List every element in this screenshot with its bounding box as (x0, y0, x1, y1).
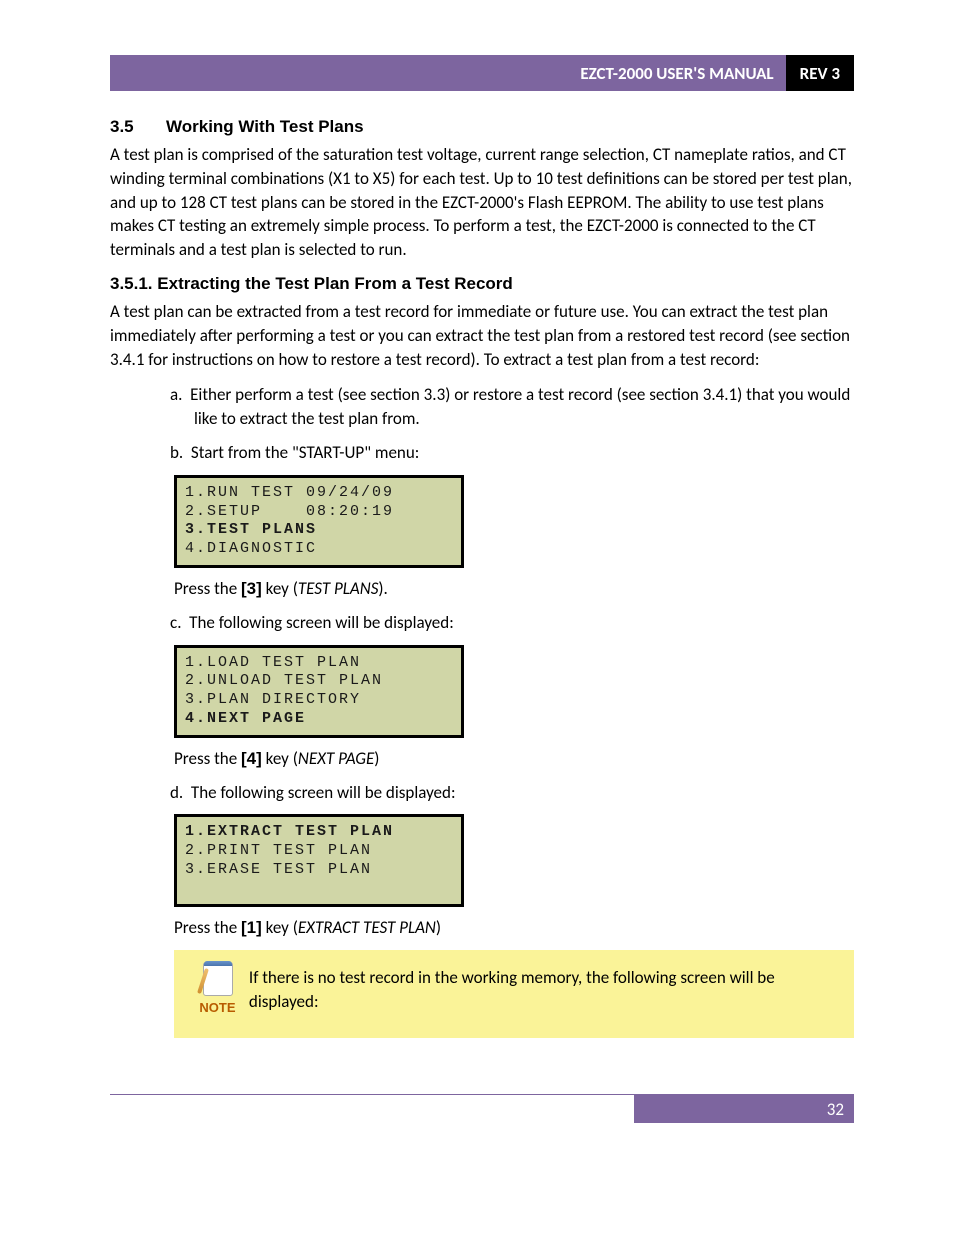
screen-c-line2: 2.UNLOAD TEST PLAN (185, 672, 383, 689)
subsection-body: A test plan can be extracted from a test… (110, 300, 854, 371)
step-a: a. Either perform a test (see section 3.… (110, 383, 854, 431)
screen-c-line3: 3.PLAN DIRECTORY (185, 691, 361, 708)
step-c-label: c. (170, 612, 181, 633)
step-c-press-pre: Press the (174, 748, 241, 769)
step-b: b. Start from the "START-UP" menu: (110, 441, 854, 465)
step-d-press: Press the [1] key (EXTRACT TEST PLAN) (174, 917, 854, 938)
step-c-text: The following screen will be displayed: (189, 612, 454, 633)
step-b-press-mid: key ( (262, 578, 298, 599)
section-title-text: Working With Test Plans (166, 117, 364, 136)
note-box: NOTE If there is no test record in the w… (174, 950, 854, 1038)
step-c-press-mid: key ( (262, 748, 298, 769)
step-b-press-post: ). (378, 578, 387, 599)
step-a-text: Either perform a test (see section 3.3) … (190, 384, 850, 429)
screen-d-line3: 3.ERASE TEST PLAN (185, 861, 372, 878)
step-b-press: Press the [3] key (TEST PLANS). (174, 578, 854, 599)
step-b-label: b. (170, 442, 183, 463)
footer-spacer (110, 1095, 634, 1123)
step-c-press-italic: NEXT PAGE (298, 748, 374, 769)
step-d-press-pre: Press the (174, 917, 241, 938)
screen-d-line1: 1.EXTRACT TEST PLAN (185, 823, 394, 840)
note-label: NOTE (199, 1000, 235, 1015)
screen-d-line2: 2.PRINT TEST PLAN (185, 842, 372, 859)
header-title: EZCT-2000 USER'S MANUAL (110, 55, 786, 91)
screen-c-line1: 1.LOAD TEST PLAN (185, 654, 361, 671)
step-d-press-post: ) (436, 917, 441, 938)
step-d-press-italic: EXTRACT TEST PLAN (298, 917, 436, 938)
section-number: 3.5 (110, 117, 166, 137)
step-d-press-mid: key ( (262, 917, 298, 938)
page: EZCT-2000 USER'S MANUAL REV 3 3.5Working… (0, 0, 954, 1175)
step-c-press-post: ) (374, 748, 379, 769)
screen-c-line4: 4.NEXT PAGE (185, 710, 306, 727)
key-3: [3] (241, 579, 262, 598)
header-bar: EZCT-2000 USER'S MANUAL REV 3 (110, 55, 854, 91)
step-a-label: a. (170, 384, 182, 405)
key-4: [4] (241, 749, 262, 768)
screen-b-line3: 3.TEST PLANS (185, 521, 317, 538)
key-1: [1] (241, 918, 262, 937)
step-d: d. The following screen will be displaye… (110, 781, 854, 805)
step-d-text: The following screen will be displayed: (191, 782, 456, 803)
header-rev: REV 3 (786, 55, 854, 91)
step-b-text: Start from the "START-UP" menu: (191, 442, 419, 463)
step-c: c. The following screen will be displaye… (110, 611, 854, 635)
step-b-press-pre: Press the (174, 578, 241, 599)
notepad-icon (199, 960, 235, 996)
page-number: 32 (634, 1095, 854, 1123)
note-icon-column: NOTE (186, 960, 249, 1015)
subsection-title-text: Extracting the Test Plan From a Test Rec… (157, 274, 513, 293)
screen-b-line2: 2.SETUP 08:20:19 (185, 503, 394, 520)
screen-d: 1.EXTRACT TEST PLAN 2.PRINT TEST PLAN 3.… (174, 814, 464, 907)
screen-b-line1: 1.RUN TEST 09/24/09 (185, 484, 394, 501)
subsection-number: 3.5.1. (110, 274, 153, 293)
step-b-press-italic: TEST PLANS (298, 578, 379, 599)
section-body: A test plan is comprised of the saturati… (110, 143, 854, 262)
subsection-heading: 3.5.1. Extracting the Test Plan From a T… (110, 274, 854, 294)
screen-b: 1.RUN TEST 09/24/09 2.SETUP 08:20:19 3.T… (174, 475, 464, 568)
screen-b-line4: 4.DIAGNOSTIC (185, 540, 317, 557)
footer: 32 (110, 1094, 854, 1123)
screen-d-line4 (185, 880, 196, 897)
step-d-label: d. (170, 782, 183, 803)
screen-c: 1.LOAD TEST PLAN 2.UNLOAD TEST PLAN 3.PL… (174, 645, 464, 738)
note-text: If there is no test record in the workin… (249, 960, 838, 1014)
section-heading: 3.5Working With Test Plans (110, 117, 854, 137)
step-c-press: Press the [4] key (NEXT PAGE) (174, 748, 854, 769)
